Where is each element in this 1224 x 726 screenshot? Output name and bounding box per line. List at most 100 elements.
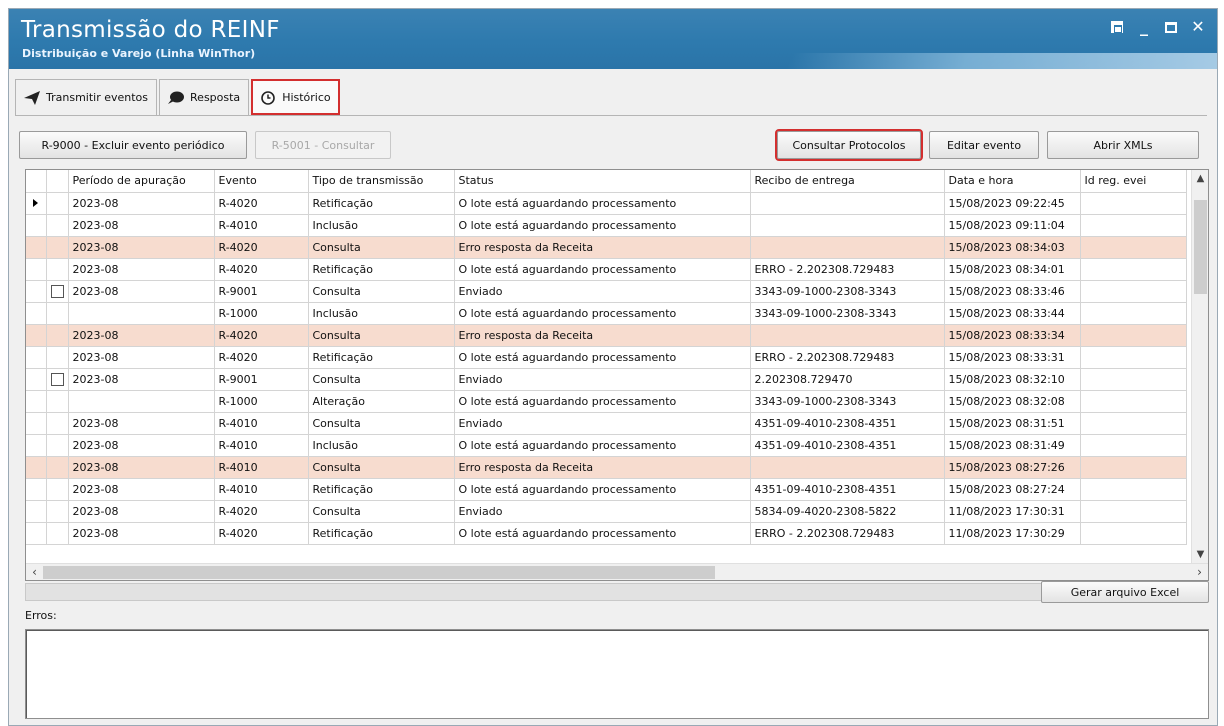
cell-id-reg: [1080, 412, 1187, 435]
minimize-button[interactable]: _: [1137, 19, 1151, 35]
title-bar-decoration: [784, 53, 1217, 69]
title-bar[interactable]: Transmissão do REINF Distribuição e Vare…: [9, 9, 1217, 69]
tab-transmitir-eventos[interactable]: Transmitir eventos: [15, 79, 158, 115]
cell-tipo: Retificação: [308, 478, 455, 501]
cell-data-hora: 11/08/2023 17:30:29: [944, 522, 1081, 545]
row-indicator[interactable]: [26, 280, 47, 303]
row-indicator[interactable]: [26, 500, 47, 523]
table-row[interactable]: 2023-08 R-4020 Consulta Enviado 5834-09-4020…: [26, 500, 1187, 523]
horizontal-scrollbar[interactable]: ‹ ›: [26, 563, 1208, 580]
cell-evento: R-4020: [214, 522, 309, 545]
table-row[interactable]: 2023-08 R-4020 Retificação O lote está agua…: [26, 192, 1187, 215]
scroll-left-icon[interactable]: ‹: [26, 564, 43, 580]
row-indicator[interactable]: [26, 412, 47, 435]
abrir-xmls-button[interactable]: Abrir XMLs: [1047, 131, 1199, 159]
table-row[interactable]: 2023-08 R-4020 Consulta Erro resposta da Re…: [26, 236, 1187, 259]
cell-periodo: 2023-08: [68, 236, 215, 259]
cell-evento: R-4020: [214, 236, 309, 259]
cell-tipo: Inclusão: [308, 434, 455, 457]
table-row[interactable]: 2023-08 R-4020 Retificação O lote está agua…: [26, 258, 1187, 281]
table-row[interactable]: 2023-08 R-4010 Retificação O lote está agua…: [26, 478, 1187, 501]
tab-historico[interactable]: Histórico: [251, 79, 340, 115]
row-indicator[interactable]: [26, 456, 47, 479]
table-row[interactable]: 2023-08 R-4010 Consulta Enviado 4351-09-4010…: [26, 412, 1187, 435]
row-indicator[interactable]: [26, 324, 47, 347]
cell-status: Enviado: [454, 280, 751, 303]
column-header-recibo[interactable]: Recibo de entrega: [750, 170, 945, 193]
current-row-arrow-icon: [33, 198, 39, 207]
row-checkbox-cell: [46, 236, 69, 259]
vertical-scrollbar[interactable]: ▲ ▼: [1191, 170, 1208, 563]
tab-resposta[interactable]: Resposta: [159, 79, 250, 115]
row-checkbox-cell: [46, 368, 69, 391]
row-indicator[interactable]: [26, 390, 47, 413]
vertical-scroll-thumb[interactable]: [1194, 200, 1207, 294]
row-indicator[interactable]: [26, 478, 47, 501]
table-row[interactable]: 2023-08 R-4020 Consulta Erro resposta da Re…: [26, 324, 1187, 347]
table-row[interactable]: 2023-08 R-9001 Consulta Enviado 2.202308.729…: [26, 368, 1187, 391]
column-header-id-reg[interactable]: Id reg. evei: [1080, 170, 1187, 193]
scroll-down-icon[interactable]: ▼: [1192, 546, 1208, 563]
table-row[interactable]: 2023-08 R-4020 Retificação O lote está agua…: [26, 522, 1187, 545]
cell-recibo: [750, 324, 945, 347]
table-row[interactable]: 2023-08 R-4010 Inclusão O lote está aguarda…: [26, 434, 1187, 457]
cell-data-hora: 15/08/2023 08:31:49: [944, 434, 1081, 457]
cell-evento: R-4010: [214, 478, 309, 501]
cell-periodo: 2023-08: [68, 500, 215, 523]
restore-icon[interactable]: [1111, 21, 1123, 33]
cell-evento: R-4020: [214, 500, 309, 523]
erros-textarea[interactable]: [25, 629, 1209, 719]
table-row[interactable]: 2023-08 R-9001 Consulta Enviado 3343-09-1000…: [26, 280, 1187, 303]
row-indicator[interactable]: [26, 192, 47, 215]
row-indicator[interactable]: [26, 258, 47, 281]
row-checkbox[interactable]: [50, 372, 64, 386]
column-header-periodo[interactable]: Período de apuração: [68, 170, 215, 193]
row-checkbox[interactable]: [50, 284, 64, 298]
cell-recibo: 4351-09-4010-2308-4351: [750, 478, 945, 501]
tab-divider: [15, 115, 1207, 116]
row-indicator[interactable]: [26, 368, 47, 391]
cell-data-hora: 15/08/2023 08:33:31: [944, 346, 1081, 369]
send-icon: [24, 90, 40, 106]
row-indicator[interactable]: [26, 346, 47, 369]
history-grid[interactable]: Período de apuração Evento Tipo de trans…: [25, 169, 1209, 581]
row-indicator[interactable]: [26, 434, 47, 457]
cell-id-reg: [1080, 346, 1187, 369]
column-header-data[interactable]: Data e hora: [944, 170, 1081, 193]
cell-status: Enviado: [454, 500, 751, 523]
maximize-button[interactable]: [1165, 22, 1177, 33]
cell-data-hora: 15/08/2023 08:32:10: [944, 368, 1081, 391]
row-indicator[interactable]: [26, 214, 47, 237]
cell-evento: R-1000: [214, 390, 309, 413]
horizontal-scroll-thumb[interactable]: [43, 566, 715, 579]
cell-id-reg: [1080, 500, 1187, 523]
consultar-protocolos-button[interactable]: Consultar Protocolos: [775, 129, 923, 161]
table-row[interactable]: 2023-08 R-4020 Retificação O lote está agua…: [26, 346, 1187, 369]
speech-bubble-icon: [168, 90, 185, 106]
cell-data-hora: 11/08/2023 17:30:31: [944, 500, 1081, 523]
row-indicator[interactable]: [26, 522, 47, 545]
scroll-up-icon[interactable]: ▲: [1192, 170, 1208, 187]
column-header-status[interactable]: Status: [454, 170, 751, 193]
close-button[interactable]: ✕: [1191, 19, 1205, 35]
column-header-tipo[interactable]: Tipo de transmissão: [308, 170, 455, 193]
excluir-evento-periodico-button[interactable]: R-9000 - Excluir evento periódico: [19, 131, 247, 159]
table-row[interactable]: 2023-08 R-4010 Inclusão O lote está aguarda…: [26, 214, 1187, 237]
cell-tipo: Consulta: [308, 236, 455, 259]
cell-id-reg: [1080, 368, 1187, 391]
cell-recibo: 2.202308.729470: [750, 368, 945, 391]
row-indicator[interactable]: [26, 302, 47, 325]
scroll-right-icon[interactable]: ›: [1191, 564, 1208, 580]
cell-tipo: Retificação: [308, 258, 455, 281]
r5001-consultar-button[interactable]: R-5001 - Consultar: [255, 131, 391, 159]
editar-evento-button[interactable]: Editar evento: [929, 131, 1039, 159]
table-row[interactable]: R-1000 Alteração O lote está aguardando pr…: [26, 390, 1187, 413]
tab-label: Transmitir eventos: [46, 91, 149, 104]
cell-evento: R-4010: [214, 456, 309, 479]
cell-tipo: Inclusão: [308, 214, 455, 237]
table-row[interactable]: R-1000 Inclusão O lote está aguardando pro…: [26, 302, 1187, 325]
gerar-arquivo-excel-button[interactable]: Gerar arquivo Excel: [1041, 581, 1209, 603]
table-row[interactable]: 2023-08 R-4010 Consulta Erro resposta da Re…: [26, 456, 1187, 479]
row-indicator[interactable]: [26, 236, 47, 259]
column-header-evento[interactable]: Evento: [214, 170, 309, 193]
